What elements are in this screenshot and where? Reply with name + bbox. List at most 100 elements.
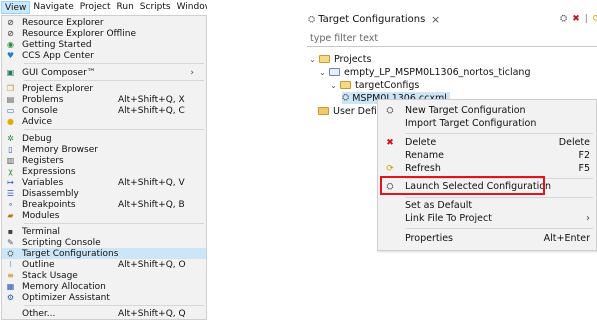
chevron-down-icon[interactable]: ⌄ bbox=[318, 68, 327, 77]
target-config-icon: ⛭ bbox=[308, 14, 316, 25]
menu-scripts[interactable]: Scripts bbox=[137, 1, 174, 14]
menu-item-registers[interactable]: ▥ Registers bbox=[2, 155, 206, 166]
scripting-console-icon: ✎ bbox=[7, 238, 14, 247]
menu-item-console[interactable]: ▭ Console Alt+Shift+Q, C bbox=[2, 105, 206, 116]
tree-node-projects[interactable]: ⌄ Projects bbox=[308, 53, 371, 65]
tree-node-project[interactable]: ⌄ empty_LP_MSPM0L1306_nortos_ticlang bbox=[318, 66, 531, 78]
menu-item-target-configurations[interactable]: ⛭ Target Configurations bbox=[2, 248, 206, 259]
registers-icon: ▥ bbox=[6, 156, 15, 165]
refresh-icon[interactable]: ⟳ bbox=[593, 14, 597, 24]
menu-item-properties[interactable]: Properties Alt+Enter bbox=[378, 232, 596, 245]
menu-item-label: Other... bbox=[22, 308, 56, 319]
menu-item-label: Resource Explorer Offline bbox=[22, 28, 136, 39]
problems-icon: ▤ bbox=[6, 95, 15, 104]
menu-item-expressions[interactable]: χ Expressions bbox=[2, 166, 206, 177]
menu-item-label: Stack Usage bbox=[22, 270, 78, 281]
menu-item-label: Project Explorer bbox=[22, 83, 94, 94]
menu-item-label: Delete bbox=[405, 137, 437, 148]
folder-open-icon bbox=[319, 55, 330, 63]
menu-item-shortcut: Alt+Shift+Q, C bbox=[118, 105, 185, 116]
menu-item-import-target-configuration[interactable]: Import Target Configuration bbox=[378, 117, 596, 130]
menu-item-disassembly[interactable]: ☰ Disassembly bbox=[2, 188, 206, 199]
menu-item-optimizer-assistant[interactable]: ⚙ Optimizer Assistant bbox=[2, 292, 206, 303]
menu-item-refresh[interactable]: ⟳ Refresh F5 bbox=[378, 162, 596, 175]
menu-item-scripting-console[interactable]: ✎ Scripting Console bbox=[2, 237, 206, 248]
menu-item-memory-browser[interactable]: ▯ Memory Browser bbox=[2, 144, 206, 155]
menu-item-terminal[interactable]: ▪ Terminal bbox=[2, 226, 206, 237]
menu-item-label: Terminal bbox=[22, 226, 61, 237]
menu-navigate[interactable]: Navigate bbox=[30, 1, 76, 14]
memory-icon: ▯ bbox=[8, 145, 13, 154]
delete-icon[interactable]: ✖ bbox=[572, 14, 580, 24]
tab-target-configurations[interactable]: ⛭ Target Configurations bbox=[308, 14, 425, 25]
submenu-arrow-icon: › bbox=[190, 67, 194, 78]
menu-item-label: Resource Explorer bbox=[22, 17, 104, 28]
menu-item-project-explorer[interactable]: ❒ Project Explorer bbox=[2, 83, 206, 94]
variables-icon: ↦ bbox=[7, 178, 14, 187]
highlight-box bbox=[380, 176, 545, 195]
chevron-down-icon[interactable]: ⌄ bbox=[329, 81, 338, 90]
menu-item-advice[interactable]: ● Advice bbox=[2, 116, 206, 127]
menu-item-label: Outline bbox=[22, 259, 55, 270]
menu-item-label: Problems bbox=[22, 94, 64, 105]
menu-item-modules[interactable]: ▰ Modules bbox=[2, 210, 206, 221]
menu-item-resource-explorer[interactable]: ⊘ Resource Explorer bbox=[2, 17, 206, 28]
menu-item-label: Expressions bbox=[22, 166, 76, 177]
tree-node-label: Projects bbox=[334, 53, 372, 65]
filter-input[interactable]: type filter text bbox=[307, 33, 597, 47]
menu-item-memory-allocation[interactable]: ▦ Memory Allocation bbox=[2, 281, 206, 292]
menu-item-resource-explorer-offline[interactable]: ⊘ Resource Explorer Offline bbox=[2, 28, 206, 39]
menu-item-other[interactable]: Other... Alt+Shift+Q, Q bbox=[2, 308, 206, 319]
menu-item-link-file-to-project[interactable]: Link File To Project › bbox=[378, 212, 596, 225]
menu-item-new-target-configuration[interactable]: ⛭ New Target Configuration bbox=[378, 104, 596, 117]
close-icon[interactable]: × bbox=[431, 13, 440, 26]
menu-item-set-as-default[interactable]: Set as Default bbox=[378, 199, 596, 212]
menu-view[interactable]: View bbox=[1, 1, 31, 14]
menu-item-problems[interactable]: ▤ Problems Alt+Shift+Q, X bbox=[2, 94, 206, 105]
memory-allocation-icon: ▦ bbox=[6, 282, 15, 291]
expressions-icon: χ bbox=[8, 167, 13, 176]
menu-item-label: GUI Composer™ bbox=[22, 67, 96, 78]
menu-separator bbox=[24, 63, 204, 64]
menu-separator bbox=[405, 133, 593, 134]
target-config-icon[interactable]: ⛭ bbox=[560, 14, 567, 24]
breakpoints-icon: ∘ bbox=[7, 200, 13, 209]
menu-item-label: Getting Started bbox=[22, 39, 92, 50]
menu-item-variables[interactable]: ↦ Variables Alt+Shift+Q, V bbox=[2, 177, 206, 188]
menu-separator bbox=[24, 80, 204, 81]
menu-item-label: Console bbox=[22, 105, 58, 116]
menu-separator bbox=[24, 129, 204, 130]
menu-item-debug[interactable]: ✲ Debug bbox=[2, 133, 206, 144]
tree-node-targetconfigs[interactable]: ⌄ targetConfigs bbox=[329, 79, 419, 91]
menu-project[interactable]: Project bbox=[77, 1, 114, 14]
submenu-arrow-icon: › bbox=[586, 213, 590, 224]
menu-window[interactable]: Window bbox=[174, 1, 207, 14]
globe-icon: ◉ bbox=[7, 40, 14, 49]
menu-item-shortcut: Alt+Enter bbox=[543, 233, 590, 244]
chevron-down-icon[interactable]: ⌄ bbox=[308, 55, 317, 64]
tree-node-label: empty_LP_MSPM0L1306_nortos_ticlang bbox=[344, 66, 531, 78]
gui-composer-icon: ▣ bbox=[6, 68, 15, 77]
menu-item-label: Set as Default bbox=[405, 200, 473, 211]
menu-item-label: Disassembly bbox=[22, 188, 79, 199]
lightbulb-icon: ● bbox=[7, 117, 14, 126]
menu-item-getting-started[interactable]: ◉ Getting Started bbox=[2, 39, 206, 50]
menu-item-outline[interactable]: ⁝ Outline Alt+Shift+Q, O bbox=[2, 259, 206, 270]
console-icon: ▭ bbox=[6, 106, 15, 115]
menu-item-shortcut: F5 bbox=[578, 163, 590, 174]
menu-item-label: Rename bbox=[405, 150, 444, 161]
menu-item-delete[interactable]: ✖ Delete Delete bbox=[378, 136, 596, 149]
menu-item-label: Target Configurations bbox=[22, 248, 119, 259]
menu-item-ccs-app-center[interactable]: ♥ CCS App Center bbox=[2, 50, 206, 61]
menu-item-rename[interactable]: Rename F2 bbox=[378, 149, 596, 162]
menu-item-breakpoints[interactable]: ∘ Breakpoints Alt+Shift+Q, B bbox=[2, 199, 206, 210]
menu-run[interactable]: Run bbox=[114, 1, 137, 14]
target-config-file-icon: ⛭ bbox=[342, 93, 350, 103]
separator-icon: | bbox=[584, 14, 588, 24]
menu-item-gui-composer[interactable]: ▣ GUI Composer™ › bbox=[2, 67, 206, 78]
tree-node-label: targetConfigs bbox=[355, 79, 420, 91]
menu-item-label: Refresh bbox=[405, 163, 441, 174]
menu-item-stack-usage[interactable]: ≡ Stack Usage bbox=[2, 270, 206, 281]
menu-item-shortcut: Delete bbox=[558, 137, 590, 148]
menu-item-label: New Target Configuration bbox=[405, 105, 526, 116]
